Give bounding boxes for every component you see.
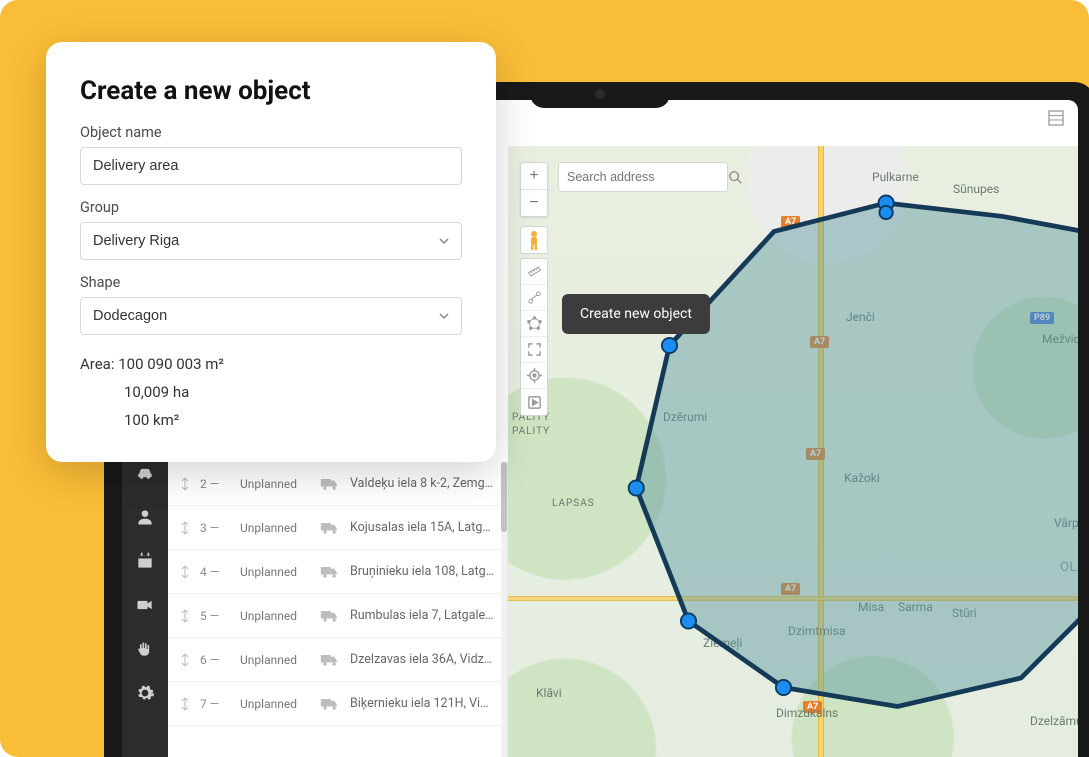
stage: 2 — Unplanned Valdeķu iela 8 k-2, Zemgal… [0, 0, 1089, 757]
drag-icon[interactable] [180, 609, 190, 623]
task-status: Unplanned [240, 697, 310, 711]
drag-icon[interactable] [180, 565, 190, 579]
map-search[interactable] [558, 162, 728, 192]
truck-icon [320, 653, 340, 667]
zoom-in-button[interactable]: + [521, 163, 547, 189]
task-index: 3 — [200, 521, 230, 535]
shape-select[interactable] [80, 297, 462, 335]
task-index: 7 — [200, 697, 230, 711]
video-icon[interactable] [134, 594, 156, 616]
area-km2: 100 km² [80, 407, 462, 435]
task-address: Rumbulas iela 7, Latgales prie... [350, 608, 495, 623]
area-ha: 10,009 ha [80, 379, 462, 407]
fit-icon[interactable] [521, 337, 547, 363]
area-info: Area: 100 090 003 m² 10,009 ha 100 km² [80, 351, 462, 434]
map-canvas[interactable]: A7 A7 A7 A7 A7 P89 Pulkarne Sūnupes Jenč… [508, 146, 1078, 757]
gear-icon[interactable] [134, 682, 156, 704]
zoom-out-button[interactable]: − [521, 190, 547, 216]
task-row[interactable]: 7 — Unplanned Biķernieku iela 121H, Vidz… [168, 682, 507, 726]
device-notch [530, 82, 670, 108]
route-icon[interactable] [521, 285, 547, 311]
object-name-label: Object name [80, 124, 462, 141]
task-row[interactable]: 3 — Unplanned Kojusalas iela 15A, Latgal… [168, 506, 507, 550]
map-search-input[interactable] [567, 170, 728, 184]
task-status: Unplanned [240, 477, 310, 491]
task-index: 2 — [200, 477, 230, 491]
task-address: Bruņinieku iela 108, Latgales ... [350, 564, 495, 579]
drag-icon[interactable] [180, 653, 190, 667]
task-status: Unplanned [240, 565, 310, 579]
truck-icon [320, 521, 340, 535]
task-address: Kojusalas iela 15A, Latgales pr... [350, 520, 495, 535]
shape-label: Shape [80, 274, 462, 291]
task-address: Biķernieku iela 121H, Vidzeme... [350, 696, 495, 711]
task-row[interactable]: 6 — Unplanned Dzelzavas iela 36A, Vidzem… [168, 638, 507, 682]
task-status: Unplanned [240, 521, 310, 535]
map-zoom: + − [520, 162, 548, 217]
task-address: Valdeķu iela 8 k-2, Zemgales ... [350, 476, 495, 491]
task-row[interactable]: 4 — Unplanned Bruņinieku iela 108, Latga… [168, 550, 507, 594]
hand-icon[interactable] [134, 638, 156, 660]
calendar-icon[interactable] [134, 550, 156, 572]
task-address: Dzelzavas iela 36A, Vidzemes ... [350, 652, 495, 667]
drag-icon[interactable] [180, 477, 190, 491]
list-view-icon[interactable] [1048, 110, 1064, 126]
drag-icon[interactable] [180, 697, 190, 711]
task-status: Unplanned [240, 609, 310, 623]
truck-icon [320, 697, 340, 711]
streetview-pegman[interactable] [520, 226, 548, 254]
area-m2: 100 090 003 m² [118, 355, 224, 373]
play-icon[interactable] [521, 389, 547, 415]
object-name-input[interactable] [80, 147, 462, 185]
map-tools [520, 258, 548, 416]
truck-icon [320, 477, 340, 491]
task-scrollbar[interactable] [501, 462, 507, 757]
polygon-overlay[interactable] [508, 146, 1078, 754]
group-select[interactable] [80, 222, 462, 260]
create-object-card: Create a new object Object name Group Sh… [46, 42, 496, 462]
truck-icon [320, 565, 340, 579]
drag-icon[interactable] [180, 521, 190, 535]
polygon-icon[interactable] [521, 311, 547, 337]
card-title: Create a new object [80, 76, 462, 106]
target-icon[interactable] [521, 363, 547, 389]
task-index: 4 — [200, 565, 230, 579]
group-label: Group [80, 199, 462, 216]
camera-dot [595, 89, 605, 99]
task-row[interactable]: 5 — Unplanned Rumbulas iela 7, Latgales … [168, 594, 507, 638]
scrollbar-thumb[interactable] [501, 462, 507, 532]
create-object-tooltip: Create new object [562, 294, 710, 334]
user-icon[interactable] [134, 506, 156, 528]
task-list: 2 — Unplanned Valdeķu iela 8 k-2, Zemgal… [168, 462, 508, 757]
ruler-icon[interactable] [521, 259, 547, 285]
truck-icon [320, 609, 340, 623]
car-icon[interactable] [134, 462, 156, 484]
task-index: 6 — [200, 653, 230, 667]
task-status: Unplanned [240, 653, 310, 667]
area-prefix: Area: [80, 355, 118, 373]
task-index: 5 — [200, 609, 230, 623]
search-icon[interactable] [728, 170, 742, 184]
task-row[interactable]: 2 — Unplanned Valdeķu iela 8 k-2, Zemgal… [168, 462, 507, 506]
